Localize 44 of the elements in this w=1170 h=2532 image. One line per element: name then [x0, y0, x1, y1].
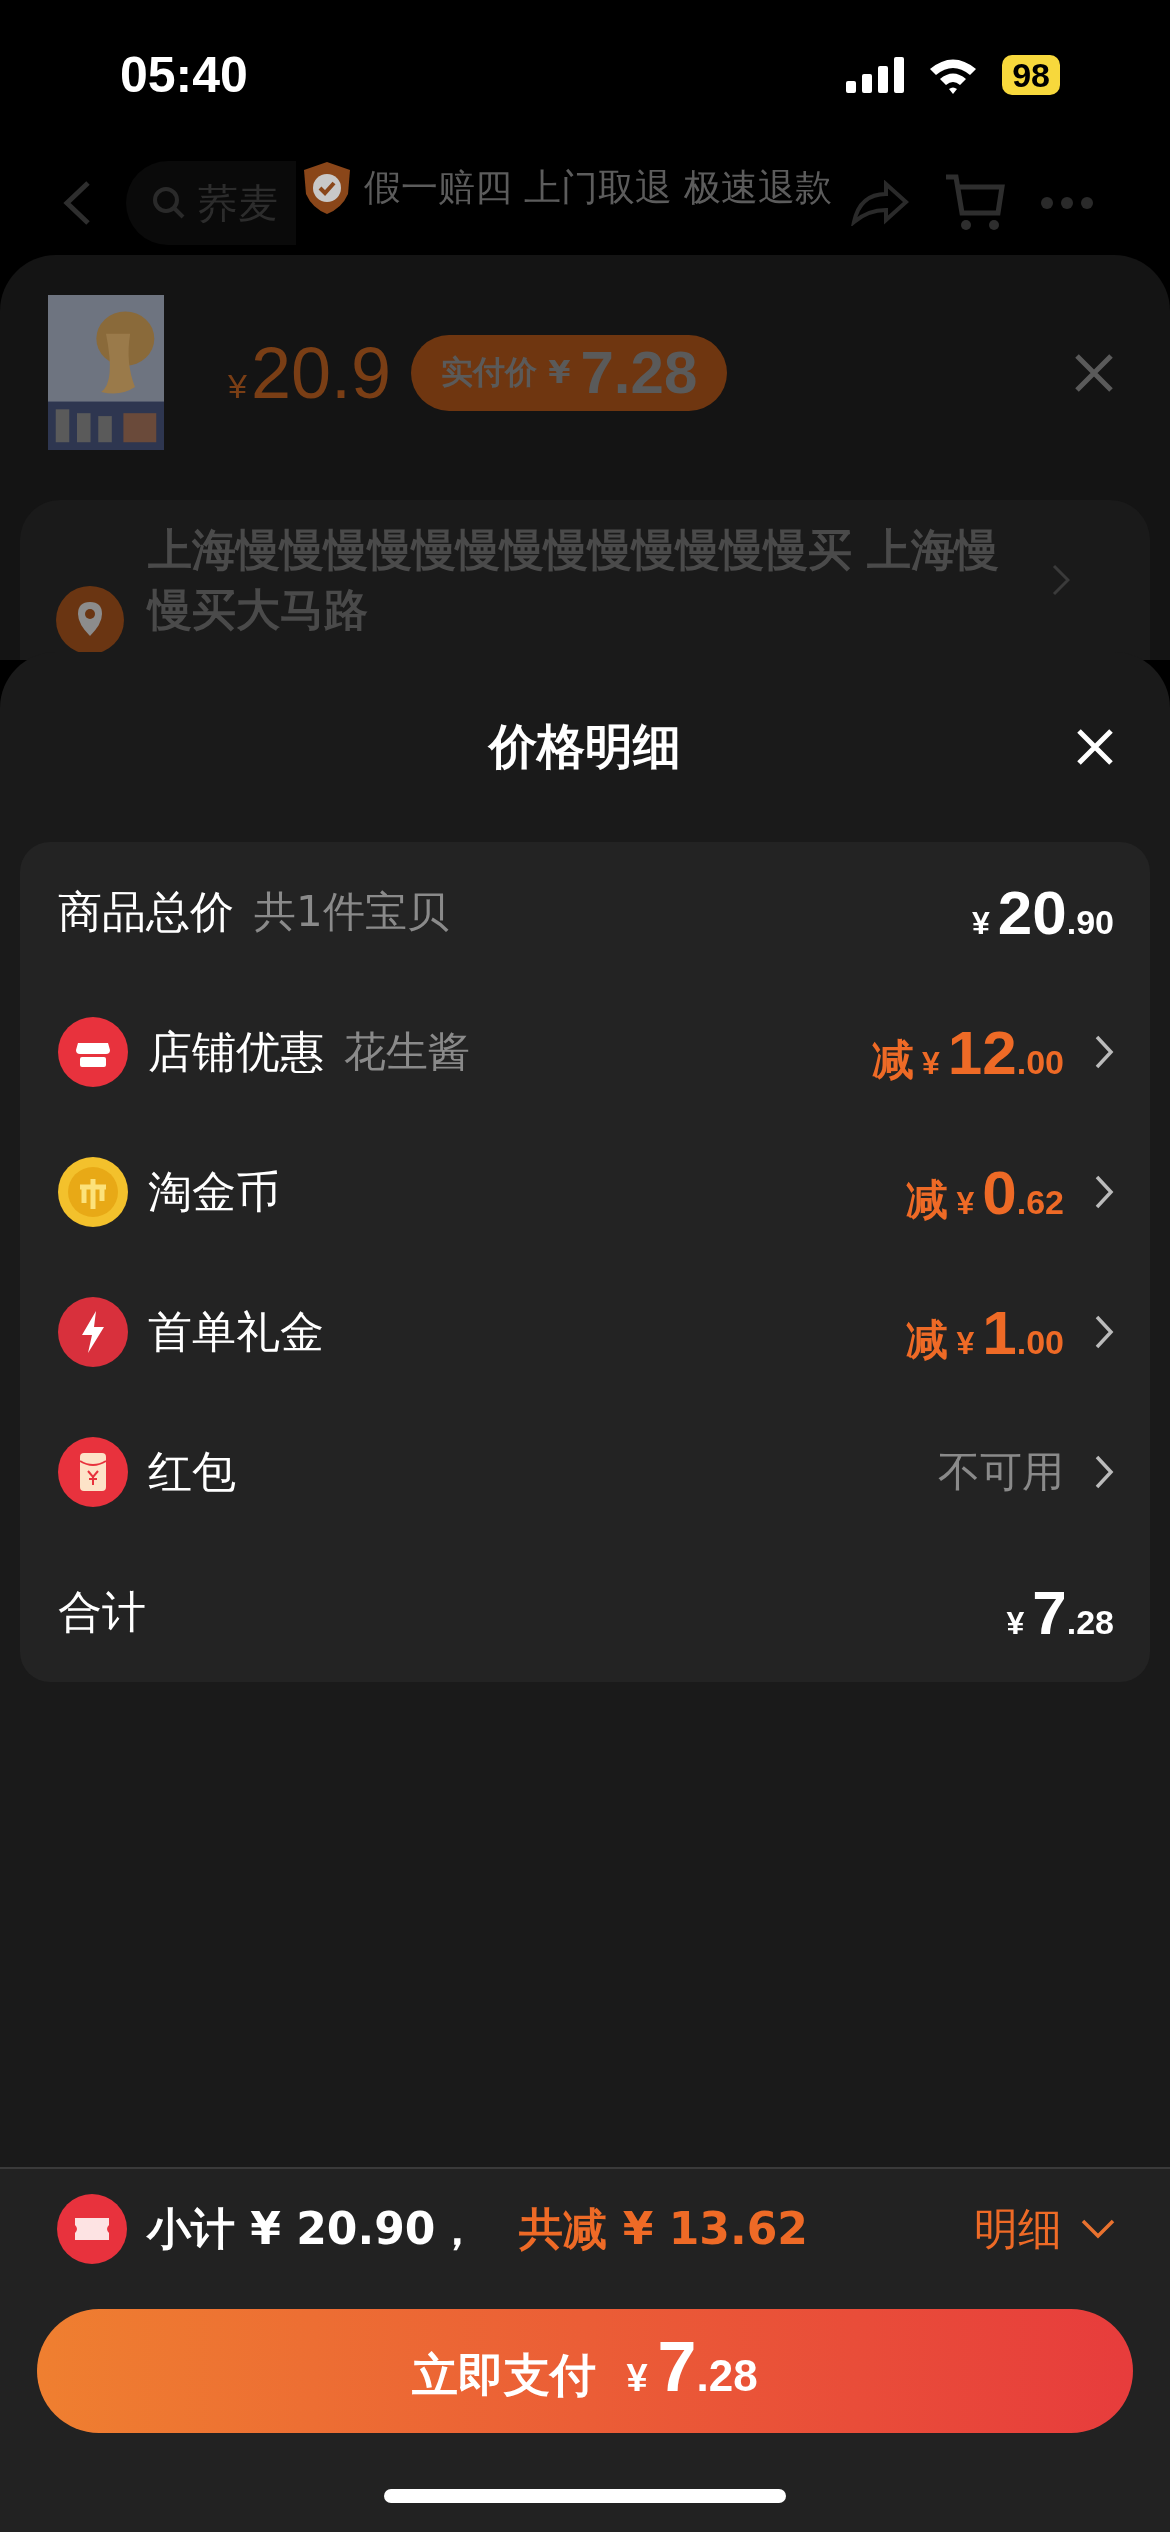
chevron-icon [1052, 564, 1070, 596]
shop-icon [58, 1017, 128, 1087]
chevron-icon[interactable] [1094, 1034, 1114, 1070]
coin-icon [58, 1157, 128, 1227]
status-time: 05:40 [120, 46, 248, 104]
product-price: ¥20.9 [228, 331, 392, 414]
more-icon [1040, 195, 1094, 210]
discount-amount[interactable]: 减 ¥12.00 [871, 1016, 1064, 1088]
location-icon [56, 586, 124, 654]
caret-icon [1080, 2218, 1116, 2240]
chevron-icon[interactable] [1094, 1454, 1114, 1490]
signal-icon [846, 57, 905, 93]
row-label: 商品总价 [58, 884, 234, 939]
lightning-icon [58, 1297, 128, 1367]
back-icon [62, 179, 92, 226]
unavailable-text[interactable]: 不可用 [938, 1444, 1064, 1500]
battery-level: 98 [1002, 55, 1060, 95]
row-label: 店铺优惠 [148, 1024, 324, 1079]
envelope-icon [58, 1437, 128, 1507]
shield-icon [302, 160, 352, 216]
amount: ¥20.90 [971, 876, 1114, 948]
search-icon [152, 185, 186, 220]
total-discount-text: 共减 ¥ 13.62 [519, 2201, 808, 2256]
row-label: 红包 [148, 1444, 236, 1499]
discount-amount[interactable]: 减 ¥0.62 [906, 1156, 1064, 1228]
close-icon [1074, 352, 1114, 393]
discount-amount[interactable]: 减 ¥1.00 [906, 1296, 1064, 1368]
share-icon [850, 179, 910, 226]
pay-button[interactable]: 立即支付 ¥7.28 [37, 2309, 1133, 2433]
chevron-icon[interactable] [1094, 1174, 1114, 1210]
row-label: 合计 [58, 1584, 146, 1639]
cart-icon [944, 172, 1006, 233]
row-label: 首单礼金 [148, 1304, 324, 1359]
sheet-title: 价格明细 [489, 717, 681, 776]
amount: ¥7.28 [1006, 1576, 1114, 1648]
guarantee-text: 假一赔四 上门取退 极速退款 [364, 165, 832, 211]
row-note: 共1件宝贝 [254, 886, 449, 938]
ticket-icon [57, 2194, 127, 2264]
close-icon[interactable] [1076, 728, 1114, 766]
details-toggle[interactable]: 明细 [974, 2199, 1116, 2259]
row-note: 花生酱 [344, 1026, 470, 1078]
chevron-icon[interactable] [1094, 1314, 1114, 1350]
subtotal-text: 小计 ¥ 20.90， [147, 2201, 480, 2256]
row-label: 淘金币 [148, 1164, 280, 1219]
